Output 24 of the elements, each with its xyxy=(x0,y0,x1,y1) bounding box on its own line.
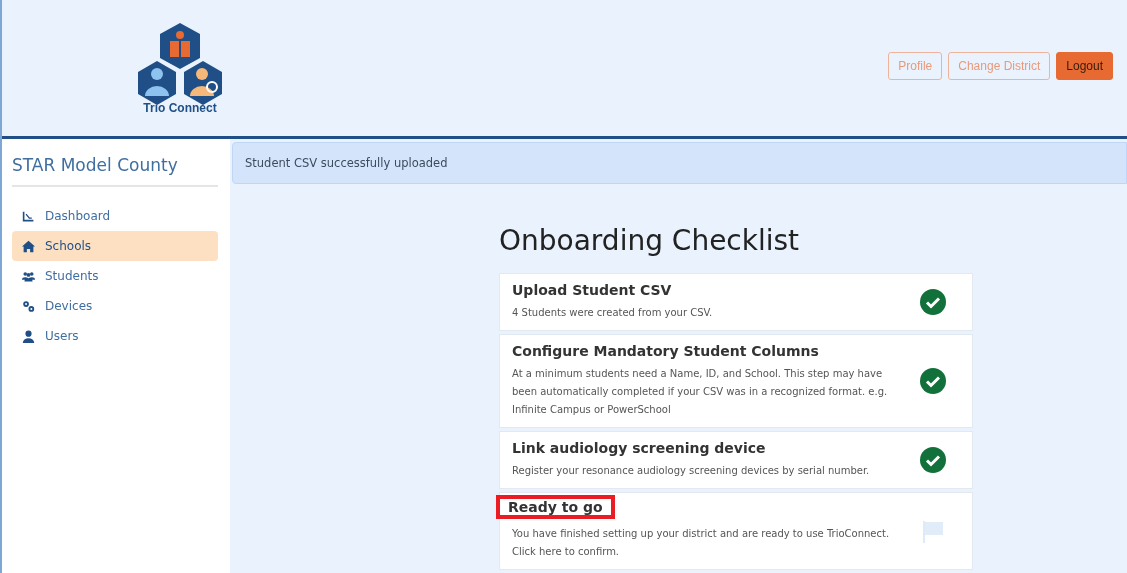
chart-icon xyxy=(22,209,35,223)
sidebar-item[interactable]: Schools xyxy=(12,231,218,261)
logo-text: Trio Connect xyxy=(143,101,217,115)
step-description: You have finished setting up your district and are ready to use TrioConnect. Click here to confirm. xyxy=(512,527,891,559)
sidebar-item[interactable]: Users xyxy=(12,321,218,351)
step-title: Link audiology screening device xyxy=(512,440,766,456)
step-title: Ready to go xyxy=(496,495,615,519)
gears-icon xyxy=(22,299,35,313)
page-title: Onboarding Checklist xyxy=(499,224,800,257)
user-icon xyxy=(22,329,35,343)
district-title: STAR Model County xyxy=(12,139,218,187)
step-title: Configure Mandatory Student Columns xyxy=(512,343,819,359)
step-title: Upload Student CSV xyxy=(512,282,672,298)
step-description: At a minimum students need a Name, ID, and School. This step may have been automatically completed if your CSV was in a recognized format. e.g. Infinite Campus or PowerSchool xyxy=(512,367,889,417)
flag-icon[interactable] xyxy=(920,518,946,544)
sidebar-item[interactable]: Dashboard xyxy=(12,201,218,231)
sidebar-item[interactable]: Students xyxy=(12,261,218,291)
home-icon xyxy=(22,239,35,253)
success-alert: Student CSV successfully uploaded xyxy=(232,142,1127,184)
people-icon xyxy=(22,269,35,283)
step-description: Register your resonance audiology screening devices by serial number. xyxy=(512,464,870,478)
header-button[interactable]: Logout xyxy=(1056,52,1113,80)
step-description: 4 Students were created from your CSV. xyxy=(512,306,713,320)
sidebar-item[interactable]: Devices xyxy=(12,291,218,321)
